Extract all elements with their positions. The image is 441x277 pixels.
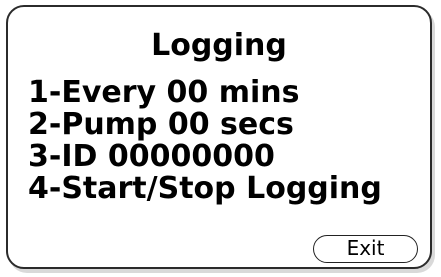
logging-menu: 1-Every 00 mins 2-Pump 00 secs 3-ID 0000… [28, 77, 382, 205]
menu-item-pump-secs[interactable]: 2-Pump 00 secs [28, 109, 382, 141]
menu-item-every-mins[interactable]: 1-Every 00 mins [28, 77, 382, 109]
device-screen: Logging 1-Every 00 mins 2-Pump 00 secs 3… [6, 5, 432, 269]
exit-button[interactable]: Exit [313, 235, 418, 263]
menu-item-id[interactable]: 3-ID 00000000 [28, 141, 382, 173]
menu-item-start-stop-logging[interactable]: 4-Start/Stop Logging [28, 173, 382, 205]
screen-title: Logging [151, 28, 287, 63]
